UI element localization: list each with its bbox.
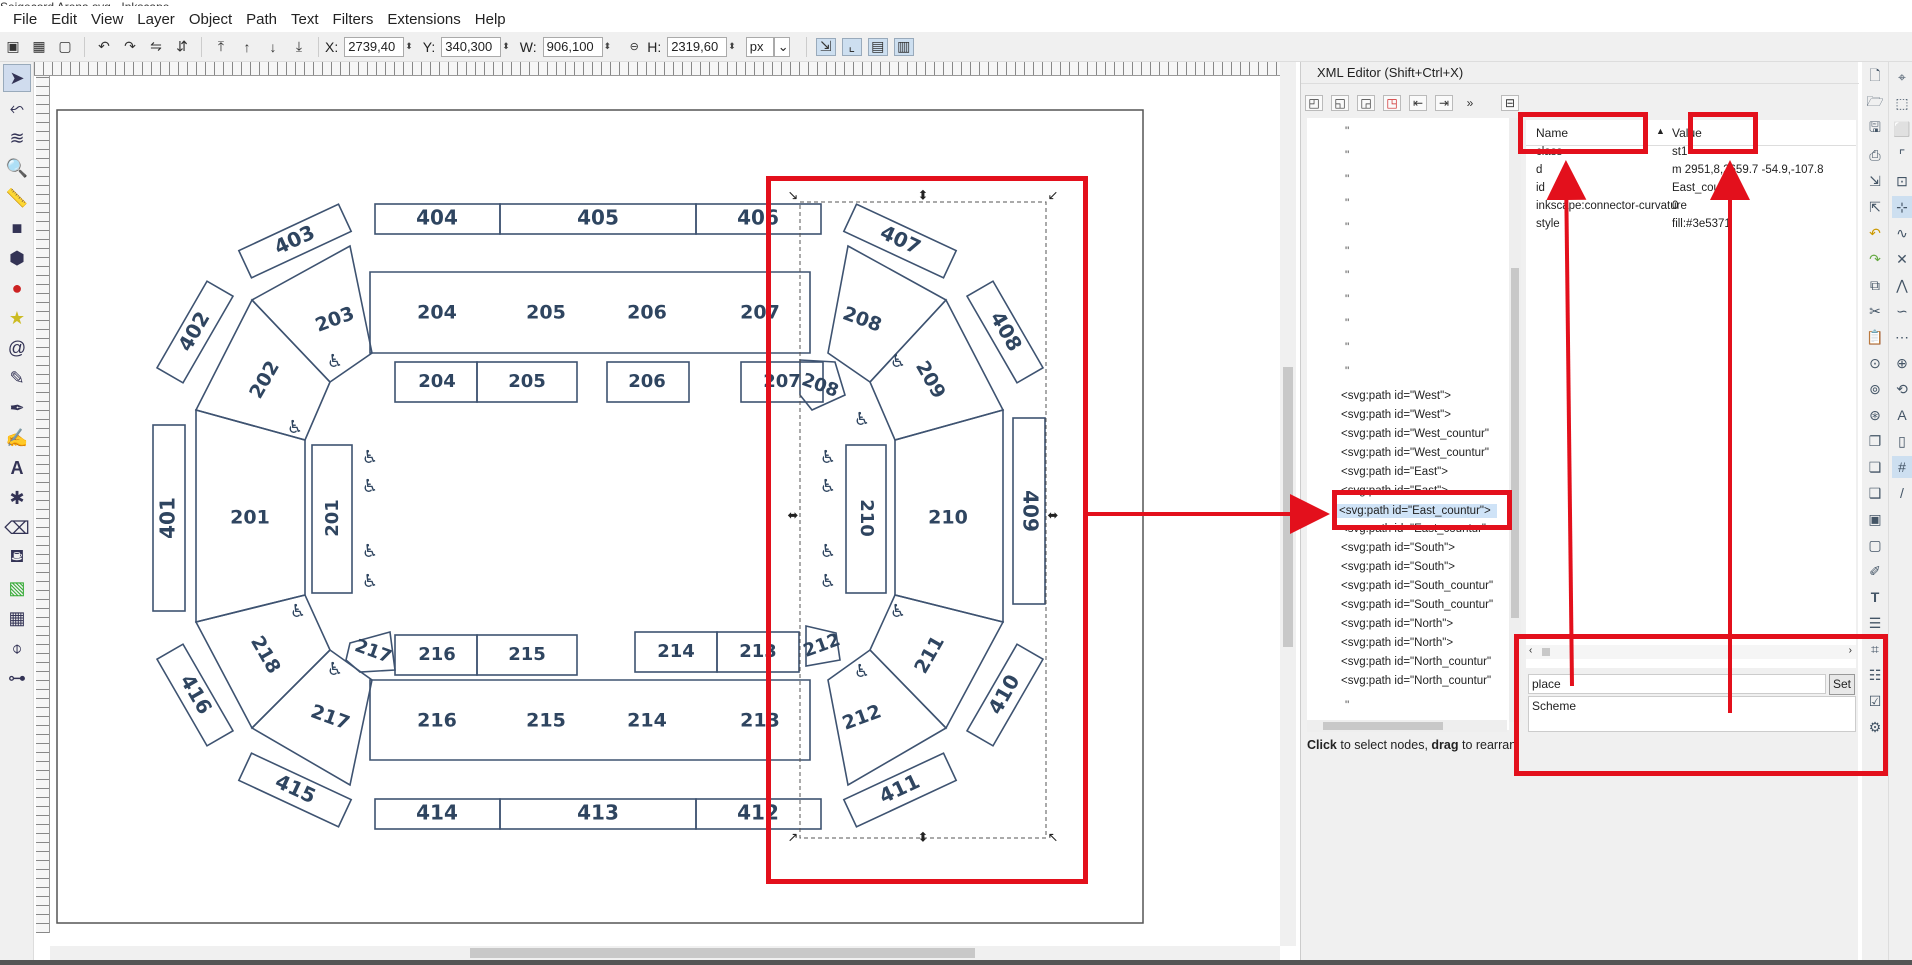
annotation-arrows [1088, 160, 1750, 713]
arrow-to-name-header [1546, 160, 1587, 687]
status-bar [0, 960, 1912, 965]
